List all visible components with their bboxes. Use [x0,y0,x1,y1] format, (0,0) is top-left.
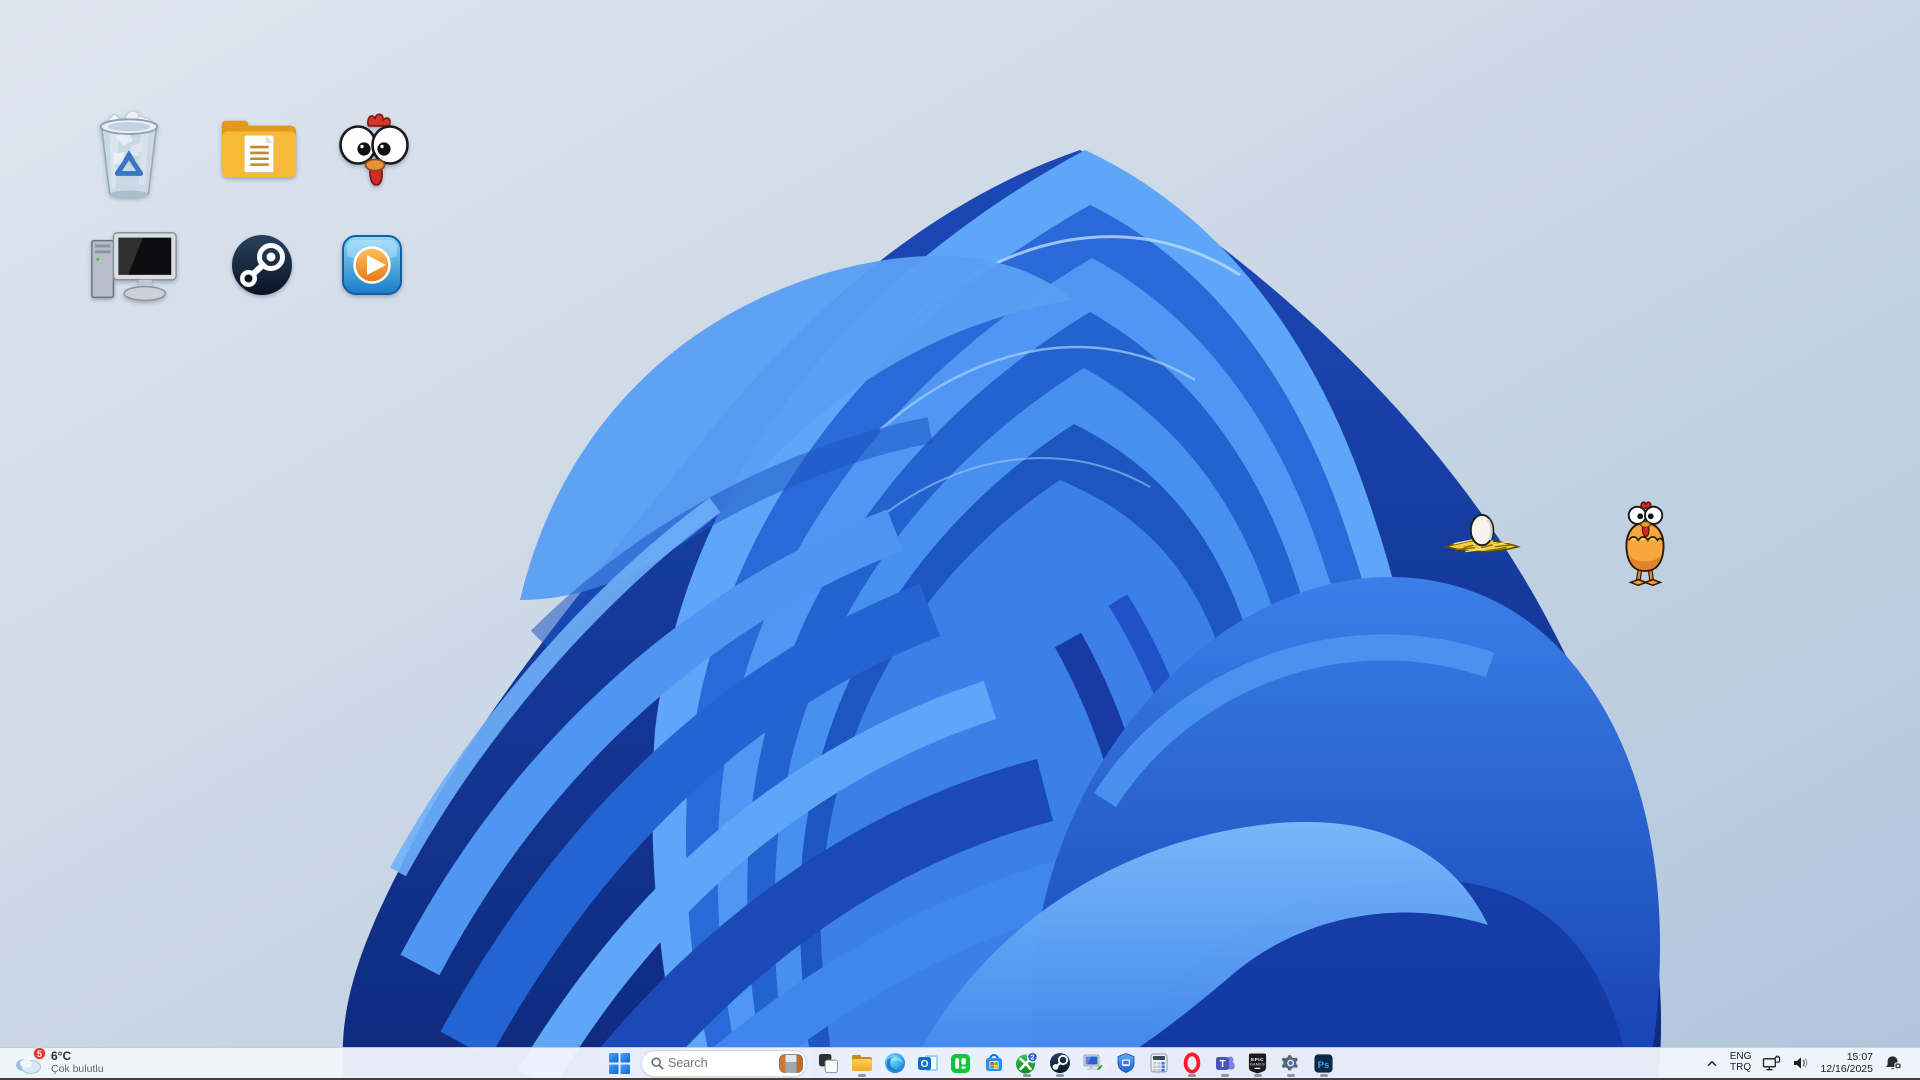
search-icon [651,1056,664,1069]
microsoft-edge-button[interactable] [879,1049,910,1077]
xbox-game-bar-icon [950,1053,971,1073]
running-indicator [1187,1074,1196,1077]
search-input[interactable] [664,1056,779,1070]
widgets-weather-button[interactable]: 5 6°C Çok bulutlu [8,1047,110,1078]
weather-cloud-icon: 5 [14,1047,46,1076]
notification-bell-button[interactable] [1881,1052,1905,1074]
pc-manager-button[interactable] [1110,1049,1141,1077]
svg-text:O: O [920,1059,928,1070]
settings-button[interactable] [1275,1049,1306,1077]
opera-icon [1183,1052,1200,1074]
svg-text:2: 2 [1031,1054,1035,1061]
steam-icon [1049,1053,1070,1073]
file-explorer-button[interactable] [846,1049,877,1077]
network-button[interactable] [1759,1053,1784,1074]
running-indicator [1022,1074,1031,1077]
windows-media-player-icon[interactable] [341,234,403,299]
tray-date: 12/16/2025 [1820,1063,1873,1075]
xbox-button[interactable]: 2 [1011,1049,1042,1077]
chevron-up-icon [1707,1060,1716,1066]
photoshop-icon: Ps [1314,1053,1333,1073]
running-indicator [1286,1074,1295,1077]
ethernet-network-icon [1763,1055,1781,1070]
recycle-bin-icon[interactable] [90,106,168,203]
settings-gear-icon [1281,1055,1298,1071]
weather-condition: Çok bulutlu [51,1062,104,1075]
my-computer-taskbar-button[interactable] [1077,1049,1108,1077]
desktop-screen: 5 6°C Çok bulutlu Search O 2 T EPIC GAME… [0,0,1920,1080]
opera-button[interactable] [1176,1049,1207,1077]
outlook-icon: O [917,1055,938,1071]
notification-bell-icon [1886,1056,1902,1070]
microsoft-store-icon [985,1054,1002,1071]
epic-games-icon: EPIC GAMES [1248,1053,1267,1074]
svg-text:GAMES: GAMES [1250,1062,1265,1066]
edge-icon [884,1053,905,1073]
pc-manager-shield-icon [1117,1053,1134,1073]
running-indicator [1253,1074,1262,1077]
task-view-button[interactable] [813,1049,844,1077]
search-highlight-image[interactable] [779,1053,803,1073]
language-indicator[interactable]: ENG TRQ [1727,1050,1755,1076]
steam-icon[interactable] [231,234,293,299]
chicken-sprite[interactable] [1618,500,1672,595]
outlook-button[interactable]: O [912,1049,943,1077]
show-desktop-button[interactable] [1910,1051,1914,1075]
start-button[interactable] [604,1049,635,1077]
running-indicator [1055,1074,1064,1077]
microsoft-store-button[interactable] [978,1049,1009,1077]
svg-text:Ps: Ps [1318,1059,1330,1070]
windows-logo-icon [609,1052,630,1074]
task-view-icon [818,1053,839,1073]
taskbar: 5 6°C Çok bulutlu Search O 2 T EPIC GAME… [0,1047,1920,1080]
running-indicator [857,1074,866,1077]
speaker-icon [1794,1057,1808,1069]
taskbar-center: O [604,1048,1339,1078]
weather-temperature: 6°C [51,1049,72,1064]
chicken-game-icon[interactable] [338,110,410,197]
epic-games-button[interactable]: EPIC GAMES [1242,1049,1273,1077]
tray-time: 15:07 [1846,1050,1873,1063]
computer-icon [1083,1054,1102,1070]
running-indicator [1319,1074,1328,1077]
microsoft-teams-button[interactable]: T [1209,1049,1240,1077]
clock-date-button[interactable]: 15:07 12/16/2025 [1817,1049,1876,1077]
my-computer-icon[interactable] [88,226,182,313]
calculator-icon [1150,1053,1167,1073]
xbox-icon: 2 [1016,1051,1038,1073]
search-box[interactable] [641,1049,807,1077]
system-tray: ENG TRQ 15:07 12/16/2025 [1702,1048,1914,1078]
svg-text:T: T [1219,1059,1225,1070]
teams-icon: T [1215,1056,1234,1070]
weather-alert-badge: 5 [33,1047,46,1060]
file-explorer-icon [851,1055,872,1071]
steam-taskbar-button[interactable] [1044,1049,1075,1077]
photoshop-button[interactable]: Ps [1308,1049,1339,1077]
language-secondary: TRQ [1730,1062,1752,1073]
documents-folder-icon[interactable] [218,116,300,187]
calculator-button[interactable] [1143,1049,1174,1077]
hidden-icons-chevron-button[interactable] [1702,1055,1722,1072]
volume-button[interactable] [1789,1053,1812,1073]
xbox-game-bar-button[interactable] [945,1049,976,1077]
egg-in-nest-sprite[interactable] [1438,512,1526,561]
running-indicator [1220,1074,1229,1077]
